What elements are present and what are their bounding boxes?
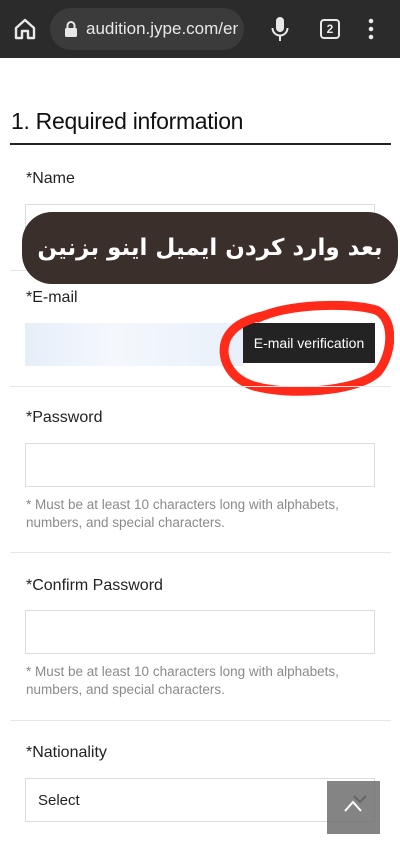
url-text[interactable]: audition.jype.com/en: [86, 19, 238, 39]
email-label: *E-mail: [26, 289, 78, 306]
password-label: *Password: [26, 409, 103, 426]
chevron-up-icon: [344, 800, 362, 812]
email-verification-button[interactable]: E-mail verification: [243, 323, 375, 363]
address-bar[interactable]: audition.jype.com/en: [50, 8, 244, 50]
tab-switcher-button[interactable]: 2: [320, 19, 340, 39]
instruction-banner-text: بعد وارد کردن ایمیل اینو بزنین: [37, 235, 383, 261]
nationality-select-value: Select: [38, 792, 80, 809]
kebab-menu-icon[interactable]: [364, 16, 378, 42]
password-hint: * Must be at least 10 characters long wi…: [26, 497, 339, 530]
lock-icon: [65, 21, 77, 37]
field-divider: [10, 386, 391, 387]
nationality-select[interactable]: Select: [25, 778, 375, 822]
email-input[interactable]: [25, 323, 243, 366]
password-input[interactable]: [25, 443, 375, 487]
scroll-to-top-button[interactable]: [327, 781, 380, 834]
field-divider: [10, 552, 391, 553]
field-divider: [10, 720, 391, 721]
nationality-label: *Nationality: [26, 744, 107, 761]
confirm-password-input[interactable]: [25, 610, 375, 654]
confirm-password-hint: * Must be at least 10 characters long wi…: [26, 664, 339, 697]
confirm-password-label: *Confirm Password: [26, 577, 163, 594]
browser-toolbar: audition.jype.com/en 2: [0, 0, 400, 58]
title-divider: [10, 143, 391, 145]
name-label: *Name: [26, 170, 75, 187]
mic-icon[interactable]: [270, 15, 290, 43]
instruction-banner: بعد وارد کردن ایمیل اینو بزنین: [22, 212, 398, 284]
home-icon[interactable]: [12, 16, 38, 42]
section-title: 1. Required information: [11, 108, 244, 134]
